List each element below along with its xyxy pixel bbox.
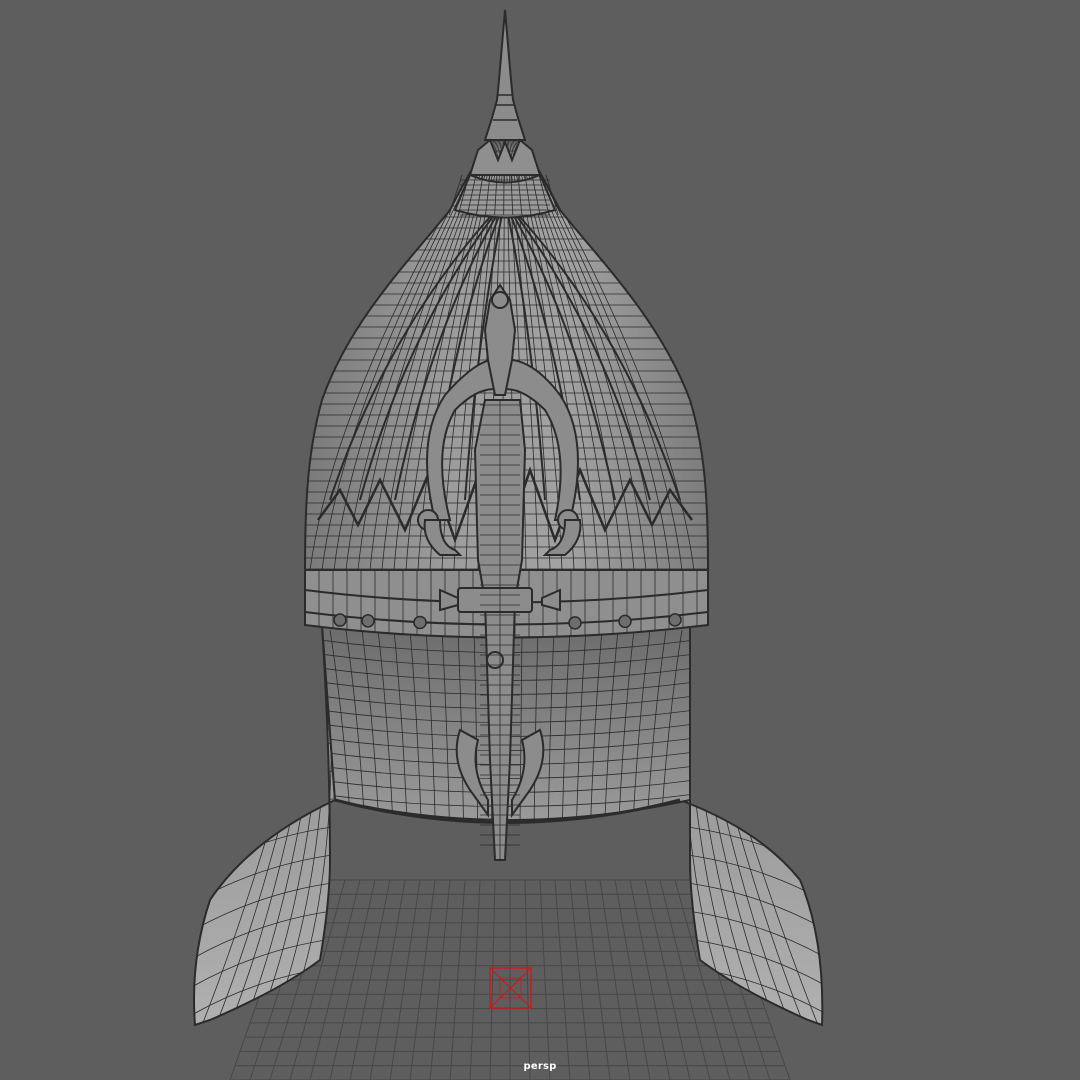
maya-viewport[interactable]: persp [0, 0, 1080, 1080]
viewport-scene[interactable] [0, 0, 1080, 1080]
finial-crown [468, 138, 542, 176]
left-neck-guard[interactable] [193, 624, 337, 1027]
right-neck-guard[interactable] [678, 624, 824, 1027]
camera-name-label: persp [523, 1061, 557, 1072]
